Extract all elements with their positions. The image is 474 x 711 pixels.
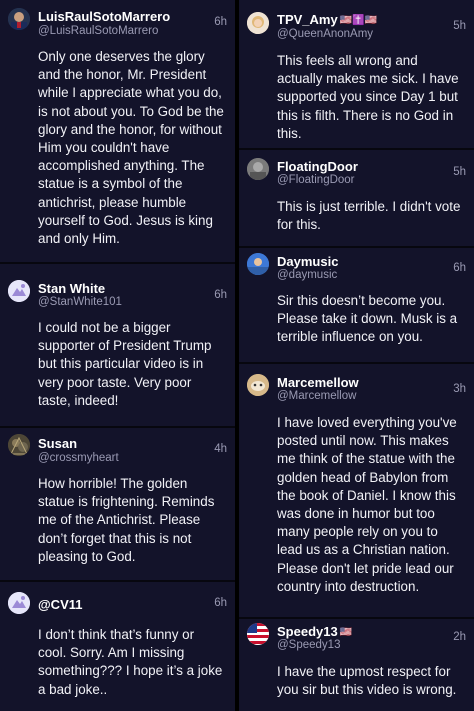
post-card[interactable]: Marcemellow @Marcemellow 3h I have loved… — [239, 364, 474, 617]
author-handle[interactable]: @FloatingDoor — [277, 174, 355, 186]
author-name[interactable]: @CV11 — [38, 597, 82, 612]
post-text: How horrible! The golden statue is frigh… — [38, 476, 215, 564]
author-name[interactable]: TPV_Amy 🇺🇸✝️🇺🇸 — [277, 12, 377, 27]
post-card[interactable]: Daymusic @daymusic 6h Sir this doesn’t b… — [239, 248, 474, 362]
author-handle[interactable]: @crossmyheart — [38, 452, 119, 464]
author-name-text[interactable]: Speedy13 — [277, 624, 338, 639]
avatar[interactable] — [8, 280, 30, 302]
post-timestamp: 5h — [453, 166, 466, 178]
post-timestamp: 5h — [453, 20, 466, 32]
avatar[interactable] — [8, 434, 30, 456]
post-text: Only one deserves the glory and the hono… — [38, 49, 224, 247]
avatar[interactable] — [247, 374, 269, 396]
avatar[interactable] — [247, 253, 269, 275]
flag-emoji: 🇺🇸 — [339, 627, 353, 639]
flag-emoji: 🇺🇸✝️🇺🇸 — [339, 15, 378, 27]
avatar[interactable] — [247, 12, 269, 34]
post-timestamp: 6h — [453, 262, 466, 274]
post-card[interactable]: LuisRaulSotoMarrero @LuisRaulSotoMarrero… — [0, 0, 235, 262]
author-name[interactable]: Marcemellow — [277, 375, 359, 390]
post-text: This is just terrible. I didn't vote for… — [277, 199, 461, 233]
author-name[interactable]: LuisRaulSotoMarrero — [38, 9, 170, 24]
post-card[interactable]: @CV11 6h I don’t think that’s funny or c… — [0, 582, 235, 711]
author-name[interactable]: Susan — [38, 436, 77, 451]
right-column: TPV_Amy 🇺🇸✝️🇺🇸 @QueenAnonAmy 5h This feel… — [239, 0, 474, 711]
author-name[interactable]: Speedy13 🇺🇸 — [277, 624, 352, 639]
post-card[interactable]: Speedy13 🇺🇸 @Speedy13 2h I have the upmos… — [239, 619, 474, 711]
post-text: I don’t think that’s funny or cool. Sorr… — [38, 627, 223, 697]
author-name[interactable]: Stan White — [38, 281, 105, 296]
left-column: LuisRaulSotoMarrero @LuisRaulSotoMarrero… — [0, 0, 235, 711]
author-name[interactable]: Daymusic — [277, 254, 338, 269]
author-name-text[interactable]: TPV_Amy — [277, 12, 338, 27]
author-handle[interactable]: @daymusic — [277, 269, 337, 281]
post-timestamp: 6h — [214, 597, 227, 609]
avatar[interactable] — [247, 158, 269, 180]
author-handle[interactable]: @LuisRaulSotoMarrero — [38, 25, 158, 37]
avatar[interactable] — [8, 592, 30, 614]
author-handle[interactable]: @QueenAnonAmy — [277, 28, 373, 40]
post-card[interactable]: FloatingDoor @FloatingDoor 5h This is ju… — [239, 150, 474, 246]
post-text: Sir this doesn’t become you. Please take… — [277, 293, 458, 345]
post-timestamp: 2h — [453, 631, 466, 643]
post-text: I could not be a bigger supporter of Pre… — [38, 320, 212, 408]
post-timestamp: 6h — [214, 289, 227, 301]
post-timestamp: 4h — [214, 443, 227, 455]
avatar[interactable] — [247, 623, 269, 645]
post-timestamp: 6h — [214, 16, 227, 28]
author-handle[interactable]: @StanWhite101 — [38, 296, 122, 308]
post-card[interactable]: TPV_Amy 🇺🇸✝️🇺🇸 @QueenAnonAmy 5h This feel… — [239, 0, 474, 148]
post-text: This feels all wrong and actually makes … — [277, 53, 459, 141]
post-text: I have the upmost respect for you sir bu… — [277, 664, 457, 698]
post-card[interactable]: Susan @crossmyheart 4h How horrible! The… — [0, 428, 235, 580]
post-text: I have loved everything you've posted un… — [277, 415, 457, 594]
author-handle[interactable]: @Speedy13 — [277, 639, 340, 651]
avatar[interactable] — [8, 8, 30, 30]
author-handle[interactable]: @Marcemellow — [277, 390, 356, 402]
post-timestamp: 3h — [453, 383, 466, 395]
post-card[interactable]: Stan White @StanWhite101 6h I could not … — [0, 264, 235, 426]
author-name[interactable]: FloatingDoor — [277, 159, 358, 174]
